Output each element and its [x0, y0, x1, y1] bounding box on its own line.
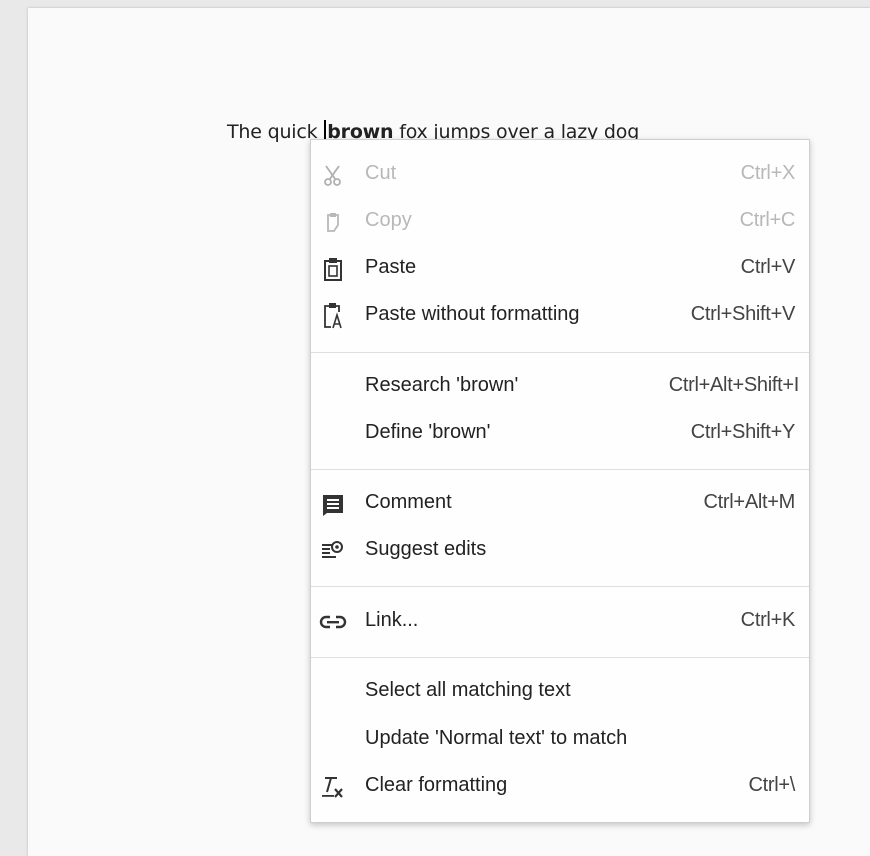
copy-icon: [319, 208, 347, 236]
menu-item-shortcut: Ctrl+Shift+V: [690, 303, 796, 325]
clipboard-icon: [319, 255, 347, 283]
menu-item-label: Select all matching text: [365, 679, 571, 701]
menu-item-label: Paste without formatting: [365, 303, 580, 325]
menu-separator: [311, 657, 809, 658]
scissors-icon: [319, 161, 347, 189]
menu-item-shortcut: Ctrl+Shift+Y: [690, 421, 796, 443]
context-menu: Cut Ctrl+X Copy Ctrl+C Paste Ctrl+V Past…: [310, 139, 810, 823]
menu-item-label: Copy: [365, 209, 412, 231]
menu-item-select-all-matching[interactable]: Select all matching text: [311, 668, 809, 715]
menu-item-shortcut: Ctrl+K: [740, 609, 796, 631]
menu-item-shortcut: Ctrl+C: [739, 209, 796, 231]
menu-item-label: Link...: [365, 609, 419, 631]
menu-item-label: Research 'brown': [365, 374, 519, 396]
menu-item-paste-without-formatting[interactable]: Paste without formatting Ctrl+Shift+V: [311, 292, 809, 339]
menu-item-label: Update 'Normal text' to match: [365, 727, 628, 749]
menu-separator: [311, 586, 809, 587]
clipboard-text-icon: [319, 302, 347, 330]
menu-item-label: Define 'brown': [365, 421, 491, 443]
link-icon: [319, 608, 347, 636]
menu-item-label: Cut: [365, 162, 397, 184]
menu-item-comment[interactable]: Comment Ctrl+Alt+M: [311, 480, 809, 527]
suggest-edits-icon: [319, 537, 347, 565]
menu-item-cut[interactable]: Cut Ctrl+X: [311, 151, 809, 198]
menu-item-update-normal-text[interactable]: Update 'Normal text' to match: [311, 716, 809, 763]
menu-item-clear-formatting[interactable]: Clear formatting Ctrl+\: [311, 763, 809, 810]
menu-item-shortcut: Ctrl+X: [740, 162, 796, 184]
menu-item-label: Comment: [365, 491, 452, 513]
clear-formatting-icon: [319, 773, 347, 801]
menu-item-shortcut: Ctrl+\: [748, 774, 795, 796]
menu-item-research[interactable]: Research 'brown' Ctrl+Alt+Shift+I: [311, 363, 809, 410]
menu-item-copy[interactable]: Copy Ctrl+C: [311, 198, 809, 245]
menu-item-link[interactable]: Link... Ctrl+K: [311, 598, 809, 645]
text-before: The quick: [227, 121, 324, 143]
comment-icon: [319, 490, 347, 518]
menu-item-shortcut: Ctrl+Alt+Shift+I: [668, 374, 800, 396]
menu-item-label: Paste: [365, 256, 417, 278]
menu-item-define[interactable]: Define 'brown' Ctrl+Shift+Y: [311, 410, 809, 457]
menu-item-label: Suggest edits: [365, 538, 487, 560]
menu-item-label: Clear formatting: [365, 774, 508, 796]
menu-separator: [311, 352, 809, 353]
menu-item-paste[interactable]: Paste Ctrl+V: [311, 245, 809, 292]
menu-item-suggest-edits[interactable]: Suggest edits: [311, 527, 809, 574]
menu-item-shortcut: Ctrl+V: [740, 256, 796, 278]
menu-separator: [311, 469, 809, 470]
menu-item-shortcut: Ctrl+Alt+M: [703, 491, 796, 513]
